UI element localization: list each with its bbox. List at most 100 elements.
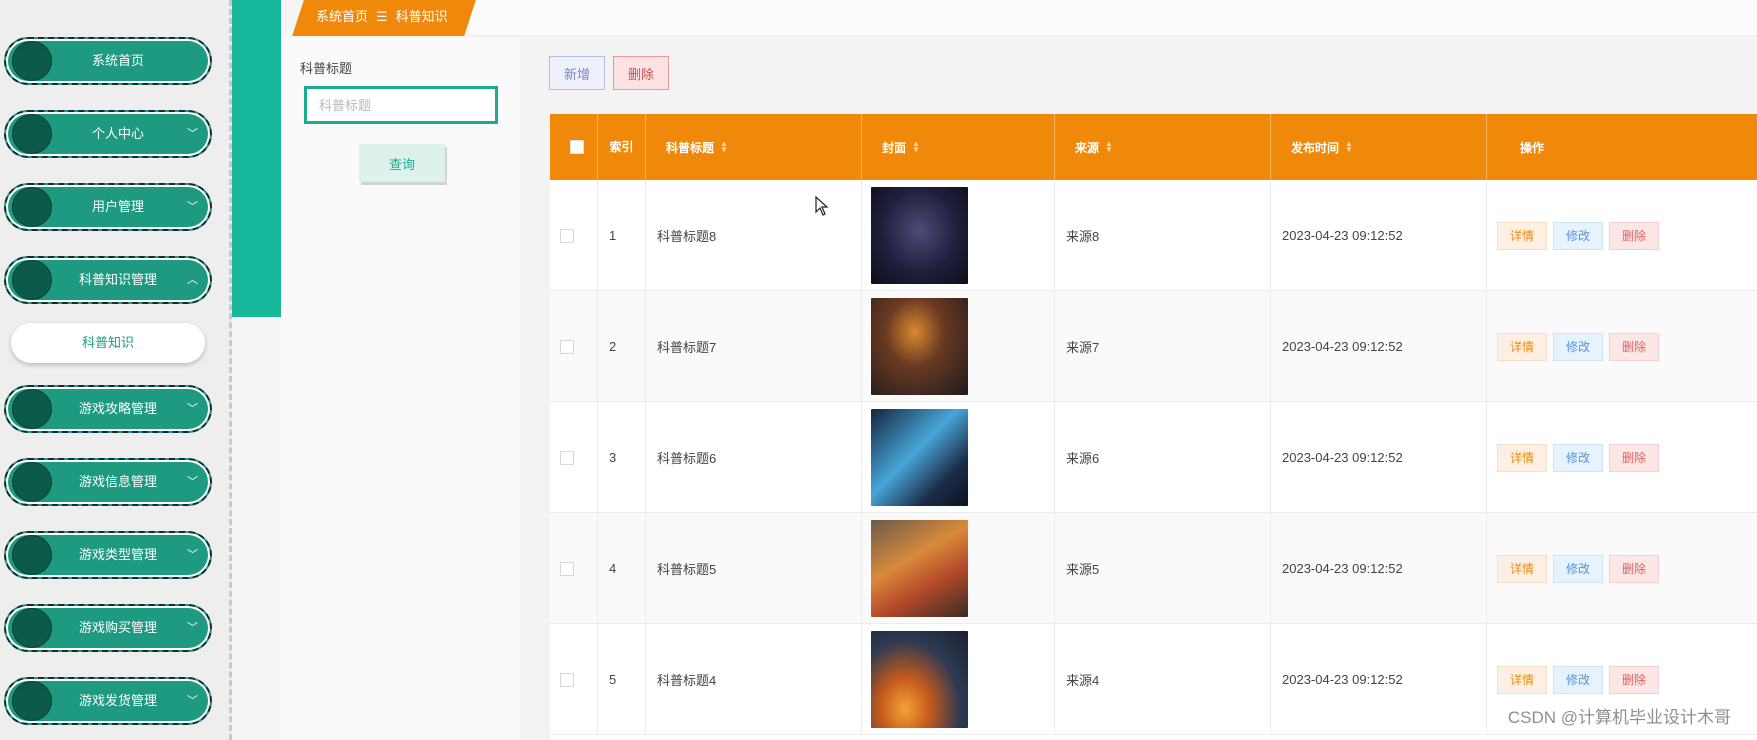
detail-button[interactable]: 详情 (1497, 554, 1548, 583)
detail-button[interactable]: 详情 (1497, 332, 1548, 361)
header-cover[interactable]: 封面 ▲ ▼ (862, 114, 1055, 180)
menu-dot-icon (12, 462, 52, 502)
sidebar-item-personal-center[interactable]: 个人中心 ﹀ (4, 110, 212, 158)
row-source: 来源6 (1055, 402, 1271, 513)
cover-image[interactable] (871, 298, 968, 395)
sidebar-item-label: 用户管理 (91, 199, 144, 214)
row-actions: 详情 修改 删除 (1487, 291, 1757, 402)
row-actions: 详情 修改 删除 (1487, 513, 1757, 624)
edit-button[interactable]: 修改 (1553, 332, 1604, 361)
delete-button[interactable]: 删除 (1609, 332, 1660, 361)
edit-button[interactable]: 修改 (1553, 443, 1604, 472)
row-checkbox[interactable] (560, 228, 574, 243)
sidebar-item-game-type-management[interactable]: 游戏类型管理 ﹀ (4, 531, 212, 579)
header-title-label: 科普标题 (666, 140, 715, 155)
delete-button[interactable]: 删除 (1609, 665, 1660, 694)
breadcrumb-current: 科普知识 (395, 9, 448, 24)
sidebar-item-label: 游戏攻略管理 (78, 401, 157, 416)
sort-icon: ▲ ▼ (912, 139, 920, 154)
row-actions: 详情 修改 删除 (1487, 180, 1757, 291)
header-cover-label: 封面 (882, 140, 907, 155)
edit-button[interactable]: 修改 (1553, 665, 1604, 694)
row-checkbox[interactable] (560, 561, 574, 576)
sidebar-item-game-info-management[interactable]: 游戏信息管理 ﹀ (4, 458, 212, 506)
add-button[interactable]: 新增 (549, 56, 605, 90)
row-time: 2023-04-23 09:12:52 (1271, 624, 1487, 735)
detail-button[interactable]: 详情 (1497, 665, 1548, 694)
edit-button[interactable]: 修改 (1553, 221, 1604, 250)
header-title[interactable]: 科普标题 ▲ ▼ (646, 114, 862, 180)
sidebar-item-game-delivery-management[interactable]: 游戏发货管理 ﹀ (4, 677, 212, 725)
chevron-down-icon: ﹀ (187, 403, 198, 415)
search-input[interactable] (304, 86, 498, 124)
sidebar-item-user-management[interactable]: 用户管理 ﹀ (4, 183, 212, 231)
row-time: 2023-04-23 09:12:52 (1271, 291, 1487, 402)
sidebar-item-game-guide-management[interactable]: 游戏攻略管理 ﹀ (4, 385, 212, 433)
header-source[interactable]: 来源 ▲ ▼ (1055, 114, 1271, 180)
menu-dot-icon (12, 535, 52, 575)
chevron-down-icon: ﹀ (187, 622, 198, 634)
row-source: 来源8 (1055, 180, 1271, 291)
sidebar-item-science-management[interactable]: 科普知识管理 ︿ (4, 256, 212, 304)
chevron-down-icon: ﹀ (187, 201, 198, 213)
bulk-delete-button[interactable]: 删除 (613, 56, 669, 90)
data-table: 索引 科普标题 ▲ ▼ 封面 ▲ ▼ 来源 ▲ ▼ 发布时间 ▲ ▼ 操作 1 科普标题8 (550, 114, 1757, 740)
cover-image[interactable] (871, 187, 968, 284)
row-index: 5 (598, 624, 646, 735)
cover-image[interactable] (871, 631, 968, 728)
sort-icon: ▲ ▼ (1345, 139, 1353, 154)
row-title: 科普标题8 (646, 180, 862, 291)
header-accent-strip (232, 0, 281, 317)
row-title: 科普标题5 (646, 513, 862, 624)
search-panel: 科普标题 查询 (281, 38, 520, 740)
sidebar-subitem-science-knowledge[interactable]: 科普知识 (11, 323, 205, 363)
sort-icon: ▲ ▼ (1105, 139, 1113, 154)
row-time: 2023-04-23 09:12:52 (1271, 402, 1487, 513)
header-time-label: 发布时间 (1291, 140, 1340, 155)
row-checkbox[interactable] (560, 450, 574, 465)
cover-image[interactable] (871, 520, 968, 617)
menu-dot-icon (12, 260, 52, 300)
menu-dot-icon (12, 41, 52, 81)
breadcrumb-home[interactable]: 系统首页 (316, 9, 368, 24)
row-actions: 详情 修改 删除 (1487, 402, 1757, 513)
row-cover (862, 402, 1055, 513)
row-select (550, 291, 598, 402)
breadcrumb: 系统首页 ☰ 科普知识 (316, 0, 448, 36)
header-time[interactable]: 发布时间 ▲ ▼ (1271, 114, 1487, 180)
delete-button[interactable]: 删除 (1609, 443, 1660, 472)
header-source-label: 来源 (1075, 140, 1100, 155)
delete-button[interactable]: 删除 (1609, 221, 1660, 250)
sidebar: 系统首页 个人中心 ﹀ 用户管理 ﹀ 科普知识管理 ︿ 科普知识 游戏攻略管理 … (0, 0, 232, 740)
select-all-checkbox[interactable] (570, 140, 584, 154)
row-time: 2023-04-23 09:12:52 (1271, 513, 1487, 624)
menu-icon: ☰ (376, 9, 388, 24)
row-cover (862, 291, 1055, 402)
sidebar-item-label: 个人中心 (91, 126, 144, 141)
query-button[interactable]: 查询 (359, 144, 445, 182)
chevron-up-icon: ︿ (187, 274, 198, 286)
row-checkbox[interactable] (560, 672, 574, 687)
row-index: 1 (598, 180, 646, 291)
delete-button[interactable]: 删除 (1609, 554, 1660, 583)
row-cover (862, 513, 1055, 624)
chevron-down-icon: ﹀ (187, 476, 198, 488)
row-select (550, 402, 598, 513)
sidebar-item-label: 科普知识管理 (78, 272, 157, 287)
detail-button[interactable]: 详情 (1497, 221, 1548, 250)
row-source: 来源4 (1055, 624, 1271, 735)
detail-button[interactable]: 详情 (1497, 443, 1548, 472)
mouse-cursor-icon (815, 196, 829, 216)
edit-button[interactable]: 修改 (1553, 554, 1604, 583)
row-cover (862, 624, 1055, 735)
table-row: 2 科普标题7 来源7 2023-04-23 09:12:52 详情 修改 删除 (550, 291, 1757, 402)
sidebar-item-home[interactable]: 系统首页 (4, 37, 212, 85)
row-checkbox[interactable] (560, 339, 574, 354)
row-index: 2 (598, 291, 646, 402)
search-label: 科普标题 (300, 61, 353, 76)
row-select (550, 624, 598, 735)
row-cover (862, 180, 1055, 291)
row-title: 科普标题4 (646, 624, 862, 735)
sidebar-item-game-purchase-management[interactable]: 游戏购买管理 ﹀ (4, 604, 212, 652)
cover-image[interactable] (871, 409, 968, 506)
